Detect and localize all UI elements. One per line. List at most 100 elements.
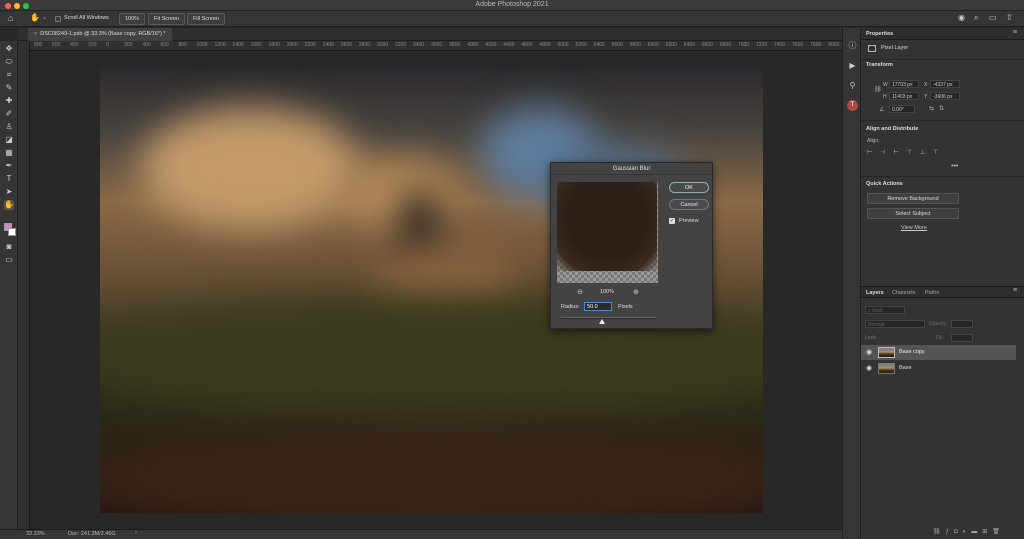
type-tool-icon[interactable]: T [4, 174, 14, 184]
align-right-edges-icon[interactable]: ⊢ [893, 150, 906, 156]
status-bar: 33.33% Doc: 241.3M/2.46G › [0, 529, 842, 539]
ruler-label: 400 [142, 42, 151, 48]
layer-style-icon[interactable]: ƒ [946, 529, 954, 535]
x-field[interactable]: -4337 px [930, 80, 960, 88]
tab-channels[interactable]: Channels [892, 290, 915, 296]
angle-field[interactable]: 0.00° [889, 105, 915, 113]
workspace-icon[interactable]: ▭ [989, 13, 997, 22]
path-selection-tool-icon[interactable]: ➤ [4, 187, 14, 197]
fill-screen-button[interactable]: Fill Screen [187, 13, 225, 25]
blend-mode-select[interactable]: Normal [865, 320, 925, 328]
status-zoom[interactable]: 33.33% [26, 531, 45, 537]
hand-tool-icon[interactable]: ✋ [30, 13, 40, 22]
height-field[interactable]: 11403 px [889, 92, 919, 100]
zoom-100-button[interactable]: 100% [119, 13, 146, 25]
visibility-eye-icon[interactable]: ◉ [866, 348, 872, 356]
select-subject-button[interactable]: Select Subject [867, 208, 959, 219]
fit-screen-button[interactable]: Fit Screen [148, 13, 186, 25]
new-group-icon[interactable]: ▬ [971, 529, 982, 535]
align-label: Align: [867, 138, 880, 144]
align-left-edges-icon[interactable]: ⊢ [867, 150, 880, 156]
share-icon[interactable]: ⇧ [1006, 13, 1013, 22]
ruler-label: 200 [124, 42, 133, 48]
info-panel-icon[interactable]: ⓘ [847, 40, 858, 51]
blur-preview-image [557, 182, 657, 271]
align-top-edges-icon[interactable]: ⊤ [907, 150, 920, 156]
opacity-field[interactable] [951, 320, 973, 328]
layer-kind-filter[interactable]: ⌕ Kind [865, 306, 905, 314]
actions-play-icon[interactable]: ▶ [847, 60, 858, 71]
width-field[interactable]: 17703 px [889, 80, 919, 88]
visibility-eye-icon[interactable]: ◉ [866, 364, 872, 372]
close-document-icon[interactable]: × [34, 31, 37, 37]
delete-layer-icon[interactable]: 🗑 [992, 529, 1005, 535]
marquee-tool-icon[interactable]: ⬭ [4, 57, 14, 67]
ok-button[interactable]: OK [669, 182, 709, 193]
radius-slider-track[interactable] [561, 317, 656, 319]
align-bottom-edges-icon[interactable]: ⊤ [933, 150, 946, 156]
tool-preset-chevron-icon[interactable]: ⌄ [42, 14, 47, 21]
link-dimensions-icon[interactable]: ⛓ [874, 86, 882, 93]
zoom-out-icon[interactable]: ⊖ [577, 288, 583, 296]
more-options-icon[interactable]: ••• [951, 163, 958, 170]
extension-icon[interactable]: T [847, 100, 858, 111]
layers-panel-menu-icon[interactable]: ≡ [1013, 287, 1017, 294]
remove-background-button[interactable]: Remove Background [867, 193, 959, 204]
transform-heading[interactable]: Transform [866, 62, 893, 68]
scroll-all-windows-checkbox[interactable] [55, 16, 61, 22]
tab-layers[interactable]: Layers [866, 290, 884, 296]
quick-actions-heading[interactable]: Quick Actions [866, 181, 903, 187]
screen-mode-icon[interactable]: ▭ [4, 255, 14, 265]
layer-row[interactable]: ◉ Base copy [861, 345, 1016, 360]
adjustment-layer-icon[interactable]: ◐ [963, 529, 972, 535]
background-color-swatch[interactable] [8, 228, 16, 236]
ruler-label: 6200 [665, 42, 677, 48]
add-mask-icon[interactable]: ◘ [954, 529, 963, 535]
scroll-all-windows-label: Scroll All Windows [64, 15, 109, 21]
new-layer-icon[interactable]: ⊞ [982, 529, 992, 535]
brush-tool-icon[interactable]: ✐ [4, 109, 14, 119]
gradient-tool-icon[interactable]: ▦ [4, 148, 14, 158]
zoom-in-icon[interactable]: ⊕ [633, 288, 639, 296]
eyedropper-tool-icon[interactable]: ✎ [4, 83, 14, 93]
ruler-label: 2600 [340, 42, 352, 48]
hand-tool-icon[interactable]: ✋ [4, 200, 14, 210]
tab-paths[interactable]: Paths [925, 290, 939, 296]
radius-input[interactable]: 50.0 [584, 302, 612, 311]
learn-icon[interactable]: ◉ [958, 13, 965, 22]
radius-slider-thumb[interactable] [598, 319, 605, 324]
flip-vertical-icon[interactable]: ⇅ [939, 105, 944, 112]
adjustments-icon[interactable]: ⚲ [847, 80, 858, 91]
flip-horizontal-icon[interactable]: ⇆ [929, 105, 934, 112]
crop-tool-icon[interactable]: ⌗ [4, 70, 14, 80]
home-icon[interactable]: ⌂ [8, 13, 13, 23]
pen-tool-icon[interactable]: ✒ [4, 161, 14, 171]
cancel-button[interactable]: Cancel [669, 199, 709, 210]
document-tab[interactable]: × DSC08249-1.psb @ 33.3% (Base copy, RGB/… [28, 28, 172, 41]
status-menu-chevron-icon[interactable]: › [135, 530, 137, 536]
view-more-link[interactable]: View More [901, 225, 927, 231]
angle-icon: ∠ [879, 107, 885, 113]
clone-stamp-tool-icon[interactable]: ♙ [4, 122, 14, 132]
blur-preview[interactable] [557, 182, 658, 283]
canvas-area[interactable] [30, 52, 842, 529]
move-tool-icon[interactable]: ✥ [4, 44, 14, 54]
quick-mask-icon[interactable]: ◙ [4, 242, 14, 252]
align-vertical-centers-icon[interactable]: ⊥ [920, 150, 933, 156]
panel-menu-icon[interactable]: ≡ [1013, 29, 1017, 36]
align-heading[interactable]: Align and Distribute [866, 126, 918, 132]
layer-kind-label: Kind [872, 308, 883, 314]
ruler-label: 4000 [467, 42, 479, 48]
fill-field[interactable] [951, 334, 973, 342]
ruler-label: 2800 [358, 42, 371, 48]
layer-row[interactable]: ◉ Base [861, 361, 1016, 376]
eraser-tool-icon[interactable]: ◪ [4, 135, 14, 145]
preview-checkbox[interactable]: ✓ [669, 218, 675, 224]
align-horizontal-centers-icon[interactable]: ⊣ [880, 150, 893, 156]
y-field[interactable]: -3606 px [930, 92, 960, 100]
tab-properties[interactable]: Properties [866, 31, 893, 37]
link-layers-icon[interactable]: ⛓ [933, 529, 946, 535]
search-icon[interactable]: ⌕ [974, 13, 978, 23]
healing-brush-tool-icon[interactable]: ✚ [4, 96, 14, 106]
h-label: H [883, 94, 887, 100]
